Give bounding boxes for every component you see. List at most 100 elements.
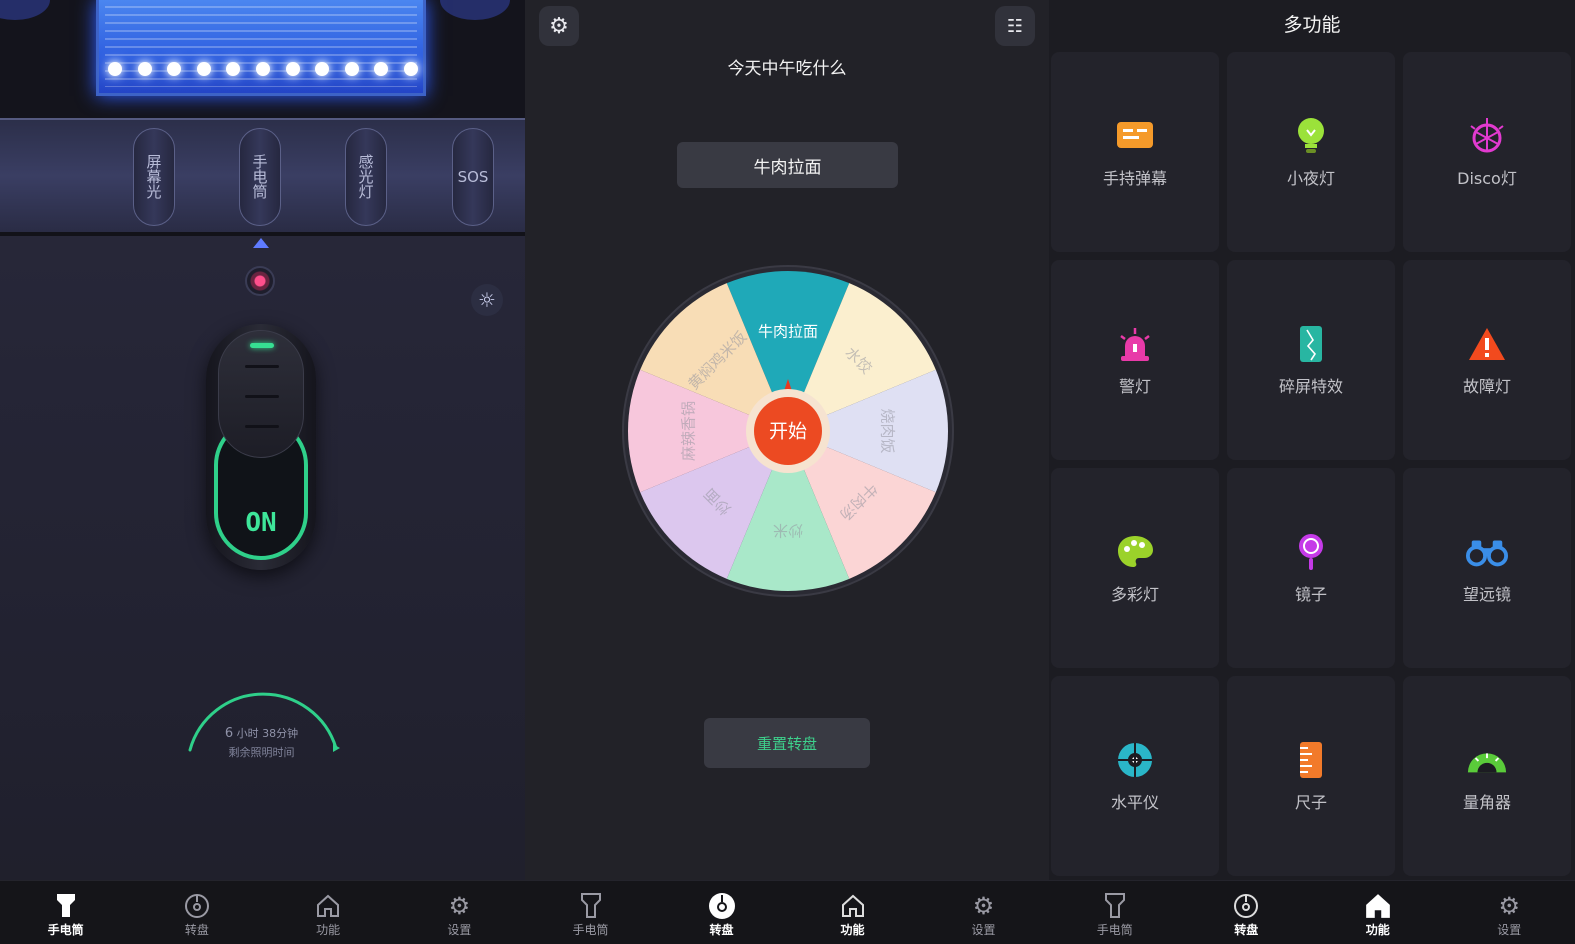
flashlight-icon <box>51 891 81 921</box>
mode-light-sensor-button[interactable]: 感光灯 <box>345 128 387 226</box>
nav-features[interactable]: 功能 <box>787 881 918 944</box>
feature-label: 尺子 <box>1294 793 1327 812</box>
remaining-time: 6 小时 38分钟 <box>180 725 343 741</box>
status-led <box>245 266 275 296</box>
feature-tile[interactable]: 手持弹幕 <box>1051 52 1219 252</box>
nav-label: 设置 <box>447 923 472 937</box>
feature-tile[interactable]: 尺子 <box>1227 676 1395 876</box>
active-mode-indicator <box>253 238 269 248</box>
switch-knob[interactable] <box>218 330 304 458</box>
feature-tile[interactable]: 故障灯 <box>1403 260 1571 460</box>
home-icon <box>1363 891 1393 921</box>
feature-tile[interactable]: 望远镜 <box>1403 468 1571 668</box>
spin-wheel[interactable]: 牛肉拉面水饺烧肉饭牛肉汤炒米炒面麻辣香锅黄焖鸡米饭开始 <box>621 264 955 598</box>
mode-label: SOS <box>457 167 489 186</box>
nav-settings[interactable]: ⚙ 设置 <box>918 881 1049 944</box>
feature-tile[interactable]: 镜子 <box>1227 468 1395 668</box>
gear-icon: ⚙ <box>972 892 995 920</box>
mode-label: 屏幕光 <box>146 152 162 201</box>
lamp-preview <box>0 0 525 118</box>
nav-settings[interactable]: ⚙ 设置 <box>394 881 525 944</box>
knob-grip <box>245 395 279 398</box>
list-icon[interactable]: ☷ <box>995 6 1035 46</box>
feature-grid: 手持弹幕 小夜灯 Disco灯警灯 碎屏特效 故障灯多彩灯 镜子 望远镜水平仪 尺子 量角器 <box>1051 52 1575 876</box>
feature-label: 故障灯 <box>1462 377 1511 396</box>
feature-label: 水平仪 <box>1110 793 1159 812</box>
feature-tile[interactable]: 量角器 <box>1403 676 1571 876</box>
reset-wheel-button[interactable]: 重置转盘 <box>704 718 870 768</box>
nav-label: 手电筒 <box>572 923 609 937</box>
remaining-time-caption: 剩余照明时间 <box>228 746 295 759</box>
mode-label: 感光灯 <box>358 152 374 201</box>
nav-features[interactable]: 功能 <box>263 881 394 944</box>
wheel-segment-label: 烧肉饭 <box>879 408 897 453</box>
feature-label: 碎屏特效 <box>1278 377 1343 396</box>
feature-label: 量角器 <box>1462 793 1511 812</box>
gear-icon: ⚙ <box>448 892 471 920</box>
switch-state-label: ON <box>245 508 277 538</box>
mode-selector: 屏幕光 手电筒 感光灯 SOS <box>0 118 525 236</box>
nav-label: 手电筒 <box>1096 923 1133 937</box>
flashlight-icon <box>1100 891 1130 921</box>
mode-sos-button[interactable]: SOS <box>452 128 494 226</box>
nav-flashlight[interactable]: 手电筒 <box>525 881 656 944</box>
nav-label: 转盘 <box>709 923 734 937</box>
glow-blob <box>440 0 510 20</box>
bottom-nav: 手电筒 转盘 功能 ⚙ 设置 <box>525 880 1049 944</box>
settings-icon[interactable]: ⚙ <box>539 6 579 46</box>
feature-tile[interactable]: 小夜灯 <box>1227 52 1395 252</box>
bottom-nav: 手电筒 转盘 功能 ⚙ 设置 <box>1049 880 1575 944</box>
feature-label: 镜子 <box>1294 585 1327 604</box>
wheel-segment-label: 牛肉拉面 <box>758 322 818 340</box>
mirror-icon <box>1290 531 1332 573</box>
palette-icon <box>1114 531 1156 573</box>
features-screen: 多功能 手持弹幕 小夜灯 Disco灯警灯 碎屏特效 故障灯多彩灯 镜子 望远镜水平仪 尺子 量… <box>1049 0 1575 944</box>
mode-flashlight-button[interactable]: 手电筒 <box>239 128 281 226</box>
wheel-segment-label: 麻辣香锅 <box>679 401 697 461</box>
warning-icon <box>1466 323 1508 365</box>
minutes-value: 38分钟 <box>262 727 299 740</box>
feature-tile[interactable]: 水平仪 <box>1051 676 1219 876</box>
wheel-icon <box>1231 891 1261 921</box>
hours-unit: 小时 <box>236 727 259 740</box>
features-title: 多功能 <box>1283 14 1341 36</box>
feature-tile[interactable]: 多彩灯 <box>1051 468 1219 668</box>
start-button-label: 开始 <box>769 421 807 443</box>
nav-wheel[interactable]: 转盘 <box>656 881 787 944</box>
nav-settings[interactable]: ⚙ 设置 <box>1444 881 1575 944</box>
feature-label: 望远镜 <box>1462 585 1511 604</box>
nav-flashlight[interactable]: 手电筒 <box>1049 881 1181 944</box>
lamp-panel <box>96 0 426 96</box>
nav-label: 功能 <box>316 923 341 937</box>
feature-tile[interactable]: Disco灯 <box>1403 52 1571 252</box>
home-icon <box>313 891 343 921</box>
level-icon <box>1114 739 1156 781</box>
siren-icon <box>1114 323 1156 365</box>
feature-tile[interactable]: 警灯 <box>1051 260 1219 460</box>
feature-tile[interactable]: 碎屏特效 <box>1227 260 1395 460</box>
nav-label: 功能 <box>1365 923 1390 937</box>
cracked-phone-icon <box>1290 323 1332 365</box>
nav-label: 设置 <box>1497 923 1522 937</box>
feature-label: 手持弹幕 <box>1102 169 1167 188</box>
wheel-screen: ⚙ ☷ 今天中午吃什么 牛肉拉面 牛肉拉面 水饺 烧肉饭 牛肉汤 炒米 炒面 麻辣香锅 黄焖鸡… <box>525 0 1049 944</box>
hours-value: 6 <box>224 726 234 741</box>
nav-label: 转盘 <box>1234 923 1259 937</box>
home-icon <box>838 891 868 921</box>
feature-label: 多彩灯 <box>1110 585 1159 604</box>
binoculars-icon <box>1466 531 1508 573</box>
nav-flashlight[interactable]: 手电筒 <box>0 881 131 944</box>
nav-label: 手电筒 <box>47 923 84 937</box>
glow-blob <box>0 0 50 20</box>
feature-label: 小夜灯 <box>1286 169 1335 188</box>
power-switch[interactable]: ON <box>206 324 316 570</box>
nav-wheel[interactable]: 转盘 <box>1181 881 1313 944</box>
nav-wheel[interactable]: 转盘 <box>131 881 262 944</box>
barrage-icon <box>1114 115 1156 157</box>
flashlight-icon <box>576 891 606 921</box>
nav-features[interactable]: 功能 <box>1312 881 1444 944</box>
brightness-icon[interactable]: ☼ <box>471 284 503 316</box>
nav-label: 设置 <box>971 923 996 937</box>
knob-grip <box>245 425 279 428</box>
mode-screen-light-button[interactable]: 屏幕光 <box>133 128 175 226</box>
